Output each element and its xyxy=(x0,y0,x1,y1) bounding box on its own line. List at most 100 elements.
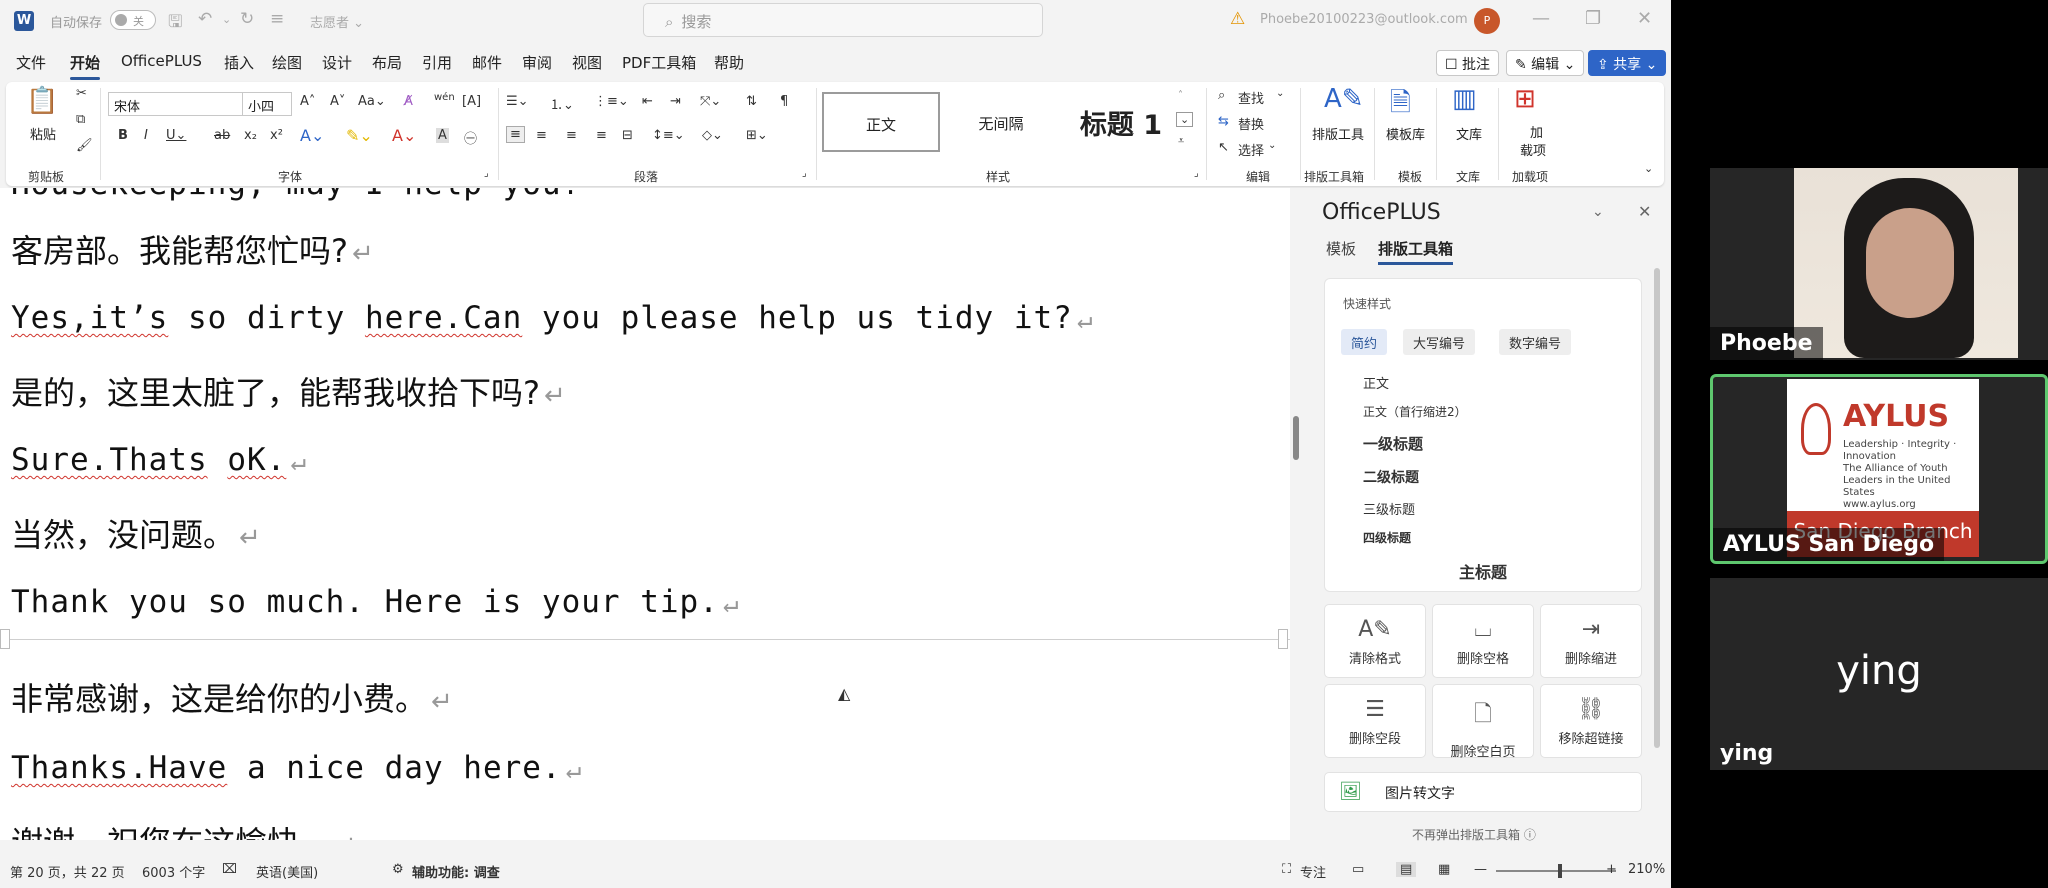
decrease-indent-icon[interactable]: ⇤ xyxy=(642,94,653,109)
layout-tools-icon[interactable]: A✎ xyxy=(1324,84,1364,114)
minimize-icon[interactable]: — xyxy=(1532,8,1550,29)
document-page[interactable]: Housekeeping, may I help you? 客房部。我能帮您忙吗… xyxy=(0,188,1290,840)
zoom-in-icon[interactable]: + xyxy=(1606,862,1617,877)
align-center-icon[interactable]: ≡ xyxy=(536,128,547,143)
zoom-level[interactable]: 210% xyxy=(1628,862,1665,877)
styles-scroll-up-icon[interactable]: ˄ xyxy=(1178,90,1183,101)
word-count[interactable]: 6003 个字 xyxy=(142,862,205,881)
undo-icon[interactable]: ↶ xyxy=(198,9,212,29)
library-icon[interactable]: ▥ xyxy=(1452,84,1477,114)
autosave-toggle[interactable]: 关 xyxy=(110,10,156,30)
avatar[interactable]: P xyxy=(1474,8,1500,34)
find-icon[interactable]: ⌕ xyxy=(1218,88,1225,103)
character-border-icon[interactable]: [A] xyxy=(462,94,481,109)
shrink-font-icon[interactable]: A˅ xyxy=(330,94,345,109)
italic-icon[interactable]: I xyxy=(144,128,148,143)
panel-scrollbar[interactable] xyxy=(1654,268,1660,748)
paste-button-label[interactable]: 粘贴 xyxy=(30,124,56,143)
read-mode-icon[interactable]: ▭ xyxy=(1352,862,1364,877)
clear-formatting-icon[interactable]: A̸ xyxy=(404,94,413,109)
text-effects-icon[interactable]: A⌄ xyxy=(300,126,324,145)
menu-view[interactable]: 视图 xyxy=(572,52,602,73)
highlight-icon[interactable]: ✎⌄ xyxy=(346,126,373,145)
tool-delete-empty-paragraphs[interactable]: ☰ 删除空段 xyxy=(1324,684,1426,758)
video-tile[interactable]: AYLUS Leadership · Integrity · Innovatio… xyxy=(1710,374,2048,564)
addins-button-line1[interactable]: 加 xyxy=(1530,122,1543,141)
zoom-slider[interactable] xyxy=(1496,870,1616,872)
align-right-icon[interactable]: ≡ xyxy=(566,128,577,143)
find-dropdown-icon[interactable]: ⌄ xyxy=(1276,88,1284,99)
spelling-error[interactable]: here.Can xyxy=(365,300,522,336)
spelling-error[interactable]: Yes,it’s xyxy=(11,300,168,336)
redo-icon[interactable]: ↻ xyxy=(240,9,254,29)
account-email[interactable]: Phoebe20100223@outlook.com xyxy=(1260,12,1468,27)
tool-remove-hyperlinks[interactable]: ⛓ 移除超链接 xyxy=(1540,684,1642,758)
grow-font-icon[interactable]: A˄ xyxy=(300,94,315,109)
print-layout-icon[interactable]: ▤ xyxy=(1396,862,1417,877)
collapse-ribbon-icon[interactable]: ⌄ xyxy=(1644,162,1653,175)
character-shading-icon[interactable]: A xyxy=(436,128,449,143)
scrollbar-thumb[interactable] xyxy=(1293,416,1299,460)
paste-icon[interactable]: 📋 xyxy=(26,86,58,116)
style-no-spacing[interactable]: 无间隔 xyxy=(942,92,1060,152)
quick-style-item[interactable]: 四级标题 xyxy=(1363,529,1411,546)
font-dialog-launcher-icon[interactable]: ⌟ xyxy=(484,168,489,179)
cut-icon[interactable]: ✂ xyxy=(76,86,87,101)
layout-tools-button[interactable]: 排版工具 xyxy=(1312,124,1364,143)
tool-delete-spaces[interactable]: ⌴ 删除空格 xyxy=(1432,604,1534,678)
dont-show-again-link[interactable]: 不再弹出排版工具箱 ⓘ xyxy=(1412,826,1536,843)
warning-icon[interactable]: ⚠ xyxy=(1230,9,1245,29)
document-name[interactable]: 志愿者 ⌄ xyxy=(310,12,364,31)
select-button[interactable]: 选择 xyxy=(1238,140,1264,159)
menu-references[interactable]: 引用 xyxy=(422,52,452,73)
customize-toolbar-icon[interactable]: ≡ xyxy=(270,9,284,29)
menu-home[interactable]: 开始 xyxy=(70,52,101,80)
library-button[interactable]: 文库 xyxy=(1456,124,1482,143)
accessibility-status[interactable]: 辅助功能: 调查 xyxy=(412,862,500,881)
underline-icon[interactable]: U⌄ xyxy=(166,128,186,143)
borders-icon[interactable]: ⊞⌄ xyxy=(746,128,768,143)
page-count[interactable]: 第 20 页，共 22 页 xyxy=(10,862,125,881)
styles-more-icon[interactable]: ⩡ xyxy=(1178,134,1184,148)
bold-icon[interactable]: B xyxy=(118,128,128,143)
template-library-button[interactable]: 模板库 xyxy=(1386,124,1425,143)
video-tile[interactable]: Phoebe xyxy=(1710,168,2048,360)
replace-button[interactable]: 替换 xyxy=(1238,114,1264,133)
menu-file[interactable]: 文件 xyxy=(16,52,46,73)
tool-clear-format[interactable]: A✎ 清除格式 xyxy=(1324,604,1426,678)
focus-icon[interactable]: ⛶ xyxy=(1282,862,1291,877)
menu-officeplus[interactable]: OfficePLUS xyxy=(121,52,202,70)
superscript-icon[interactable]: x² xyxy=(270,128,283,143)
bullets-icon[interactable]: ☰⌄ xyxy=(506,94,529,109)
panel-close-icon[interactable]: ✕ xyxy=(1638,202,1651,221)
quick-style-item[interactable]: 三级标题 xyxy=(1363,499,1415,518)
quick-style-item[interactable]: 二级标题 xyxy=(1363,467,1419,487)
sort-icon[interactable]: ⇅ xyxy=(746,94,757,109)
editing-mode-button[interactable]: ✎ 编辑 ⌄ xyxy=(1506,50,1585,76)
panel-tab-templates[interactable]: 模板 xyxy=(1326,238,1356,259)
find-button[interactable]: 查找 xyxy=(1238,88,1264,107)
quick-style-item[interactable]: 一级标题 xyxy=(1363,433,1423,454)
quick-style-item[interactable]: 正文（首行缩进2） xyxy=(1363,403,1467,420)
menu-draw[interactable]: 绘图 xyxy=(272,52,302,73)
restore-icon[interactable]: ❐ xyxy=(1585,8,1601,29)
zoom-slider-thumb[interactable] xyxy=(1558,864,1562,878)
chip-numeric-numbering[interactable]: 数字编号 xyxy=(1499,329,1572,355)
multilevel-list-icon[interactable]: ⋮≡⌄ xyxy=(594,94,629,109)
show-marks-icon[interactable]: ¶ xyxy=(780,94,788,109)
menu-pdf-tools[interactable]: PDF工具箱 xyxy=(622,52,696,73)
change-case-icon[interactable]: Aa⌄ xyxy=(358,94,386,109)
format-painter-icon[interactable]: 🖌 xyxy=(76,138,93,153)
menu-help[interactable]: 帮助 xyxy=(714,52,744,73)
select-dropdown-icon[interactable]: ⌄ xyxy=(1268,140,1276,151)
increase-indent-icon[interactable]: ⇥ xyxy=(670,94,681,109)
chip-uppercase-numbering[interactable]: 大写编号 xyxy=(1403,329,1476,355)
close-icon[interactable]: ✕ xyxy=(1637,8,1652,29)
undo-dropdown-icon[interactable]: ⌄ xyxy=(222,13,231,26)
distributed-icon[interactable]: ⊟ xyxy=(622,128,633,143)
enclose-characters-icon[interactable]: ㊀ xyxy=(464,128,477,147)
menu-insert[interactable]: 插入 xyxy=(224,52,254,73)
styles-dialog-launcher-icon[interactable]: ⌟ xyxy=(1194,168,1199,179)
chip-simple[interactable]: 简约 xyxy=(1341,329,1388,355)
menu-review[interactable]: 审阅 xyxy=(522,52,552,73)
